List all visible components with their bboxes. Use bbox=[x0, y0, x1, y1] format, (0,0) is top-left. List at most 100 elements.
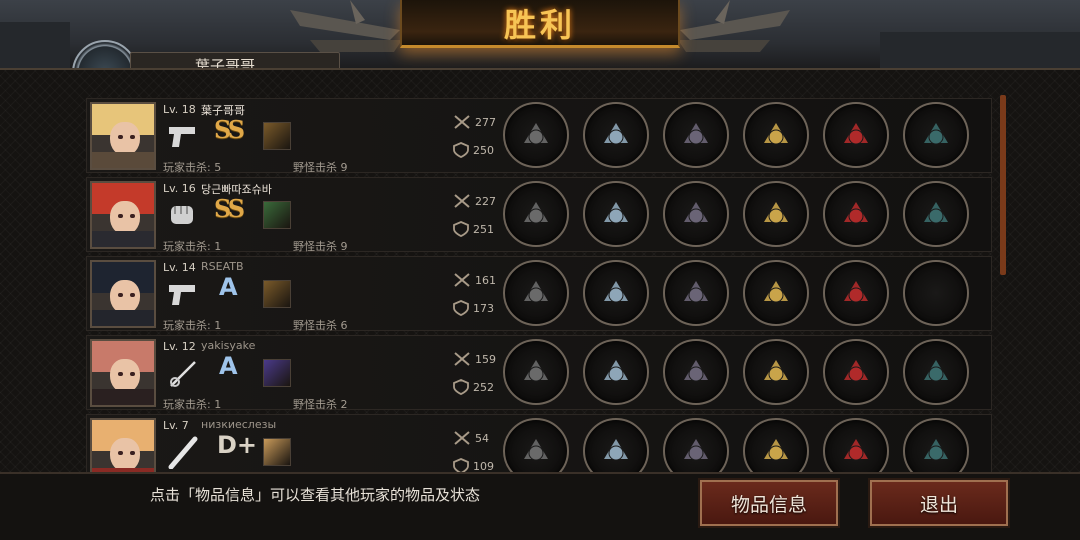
defense-stat: 173 bbox=[453, 300, 494, 316]
defense-value: 250 bbox=[473, 143, 494, 157]
galaxy-orb-icon bbox=[924, 360, 948, 382]
portrait-eye bbox=[118, 293, 123, 297]
red-heels-icon bbox=[844, 123, 868, 145]
equipment-slot[interactable] bbox=[503, 181, 569, 247]
portrait-face bbox=[110, 122, 140, 156]
grade-badge: A bbox=[219, 273, 238, 301]
attack-stat: 227 bbox=[453, 193, 496, 209]
equipment-slot[interactable] bbox=[903, 181, 969, 247]
equipment-slot[interactable] bbox=[903, 339, 969, 405]
item-info-button[interactable]: 物品信息 bbox=[698, 478, 840, 528]
portrait-eye bbox=[130, 451, 135, 455]
sword-icon bbox=[524, 360, 548, 382]
hint-text: 点击「物品信息」可以查看其他玩家的物品及状态 bbox=[150, 486, 481, 504]
arm-guard-icon bbox=[764, 281, 788, 303]
equipment-slot[interactable] bbox=[903, 260, 969, 326]
claw-blades-icon bbox=[524, 202, 548, 224]
equipment-slot[interactable] bbox=[663, 181, 729, 247]
scrollbar[interactable] bbox=[1000, 95, 1006, 275]
blue-sneakers-icon bbox=[844, 202, 868, 224]
equipment-slot[interactable] bbox=[663, 260, 729, 326]
portrait-face bbox=[110, 280, 140, 314]
portrait-face bbox=[110, 359, 140, 393]
portrait-clothing bbox=[92, 231, 154, 247]
defense-stat: 251 bbox=[453, 221, 494, 237]
grade-badge: SS bbox=[214, 115, 245, 144]
equipment-slot[interactable] bbox=[503, 102, 569, 168]
bracer-icon bbox=[764, 360, 788, 382]
equipment-slot[interactable] bbox=[743, 102, 809, 168]
portrait-face bbox=[110, 438, 140, 472]
equipment-slot[interactable] bbox=[823, 339, 889, 405]
equipment-slot[interactable] bbox=[743, 181, 809, 247]
defense-stat: 252 bbox=[453, 379, 494, 395]
monster-kills: 野怪击杀 9 bbox=[293, 161, 348, 174]
attack-stat: 159 bbox=[453, 351, 496, 367]
attack-value: 161 bbox=[475, 273, 496, 287]
equipment-slot[interactable] bbox=[663, 339, 729, 405]
portrait-eye bbox=[118, 372, 123, 376]
rapier-icon bbox=[170, 361, 196, 387]
shield-icon bbox=[453, 221, 469, 237]
pistol-icon bbox=[169, 285, 195, 305]
attack-stat: 161 bbox=[453, 272, 496, 288]
scope-icon bbox=[924, 123, 948, 145]
player-row[interactable]: Lv. 14 RSEATB A 玩家击杀: 1 野怪击杀 6 161 173 bbox=[86, 256, 992, 332]
portrait-eye bbox=[130, 214, 135, 218]
equipment-slot[interactable] bbox=[823, 260, 889, 326]
player-row[interactable]: Lv. 12 yakisyake A 玩家击杀: 1 野怪击杀 2 159 252 bbox=[86, 335, 992, 411]
equipment-slot[interactable] bbox=[663, 102, 729, 168]
shield-icon bbox=[453, 300, 469, 316]
steel-boots-icon bbox=[844, 439, 868, 461]
defense-value: 252 bbox=[473, 380, 494, 394]
knight-helmet-icon bbox=[604, 439, 628, 461]
fist-icon bbox=[171, 206, 193, 224]
armor-chest-icon bbox=[684, 202, 708, 224]
results-panel[interactable]: Lv. 18 葉子哥哥 SS 玩家击杀: 5 野怪击杀 9 277 250 Lv… bbox=[0, 68, 1080, 490]
gauntlet-icon bbox=[764, 439, 788, 461]
player-row[interactable]: Lv. 18 葉子哥哥 SS 玩家击杀: 5 野怪击杀 9 277 250 bbox=[86, 98, 992, 174]
building-silhouette bbox=[0, 22, 70, 72]
player-row[interactable]: Lv. 16 당근빠따죠슈바 SS 玩家击杀: 1 野怪击杀 9 227 251 bbox=[86, 177, 992, 253]
monster-kills: 野怪击杀 2 bbox=[293, 398, 348, 411]
attack-stat: 277 bbox=[453, 114, 496, 130]
equipment-slot[interactable] bbox=[503, 260, 569, 326]
victory-title: 胜利 bbox=[503, 5, 576, 44]
dark-helmet-icon bbox=[604, 202, 628, 224]
equipment-slot[interactable] bbox=[503, 339, 569, 405]
knight-helmet-icon bbox=[604, 360, 628, 382]
player-kills: 玩家击杀: 1 bbox=[163, 319, 222, 332]
baton-icon bbox=[924, 439, 948, 461]
defense-value: 173 bbox=[473, 301, 494, 315]
laptop-icon bbox=[764, 202, 788, 224]
equipment-slot[interactable] bbox=[583, 181, 649, 247]
equipment-slot[interactable] bbox=[743, 260, 809, 326]
equipment-slot[interactable] bbox=[743, 339, 809, 405]
player-portrait bbox=[90, 339, 156, 407]
skill-icon bbox=[263, 122, 291, 150]
armor-chest-icon bbox=[684, 123, 708, 145]
equipment-slot[interactable] bbox=[583, 339, 649, 405]
equipment-slot[interactable] bbox=[583, 260, 649, 326]
defense-value: 251 bbox=[473, 222, 494, 236]
attack-value: 227 bbox=[475, 194, 496, 208]
player-level: Lv. 12 bbox=[163, 340, 196, 353]
player-level: Lv. 14 bbox=[163, 261, 196, 274]
equipment-slot[interactable] bbox=[823, 102, 889, 168]
attack-value: 54 bbox=[475, 431, 489, 445]
monster-kills: 野怪击杀 6 bbox=[293, 319, 348, 332]
defense-value: 109 bbox=[473, 459, 494, 473]
skill-icon bbox=[263, 201, 291, 229]
exit-button[interactable]: 退出 bbox=[868, 478, 1010, 528]
player-kills: 玩家击杀: 1 bbox=[163, 398, 222, 411]
portrait-eye bbox=[130, 135, 135, 139]
equipment-slot[interactable] bbox=[583, 102, 649, 168]
shield-icon bbox=[453, 142, 469, 158]
grade-badge: A bbox=[219, 352, 238, 380]
portrait-clothing bbox=[92, 152, 154, 168]
building-silhouette bbox=[880, 32, 1080, 72]
equipment-slot[interactable] bbox=[903, 102, 969, 168]
right-gun-wing-emblem bbox=[678, 0, 790, 52]
player-portrait bbox=[90, 260, 156, 328]
equipment-slot[interactable] bbox=[823, 181, 889, 247]
